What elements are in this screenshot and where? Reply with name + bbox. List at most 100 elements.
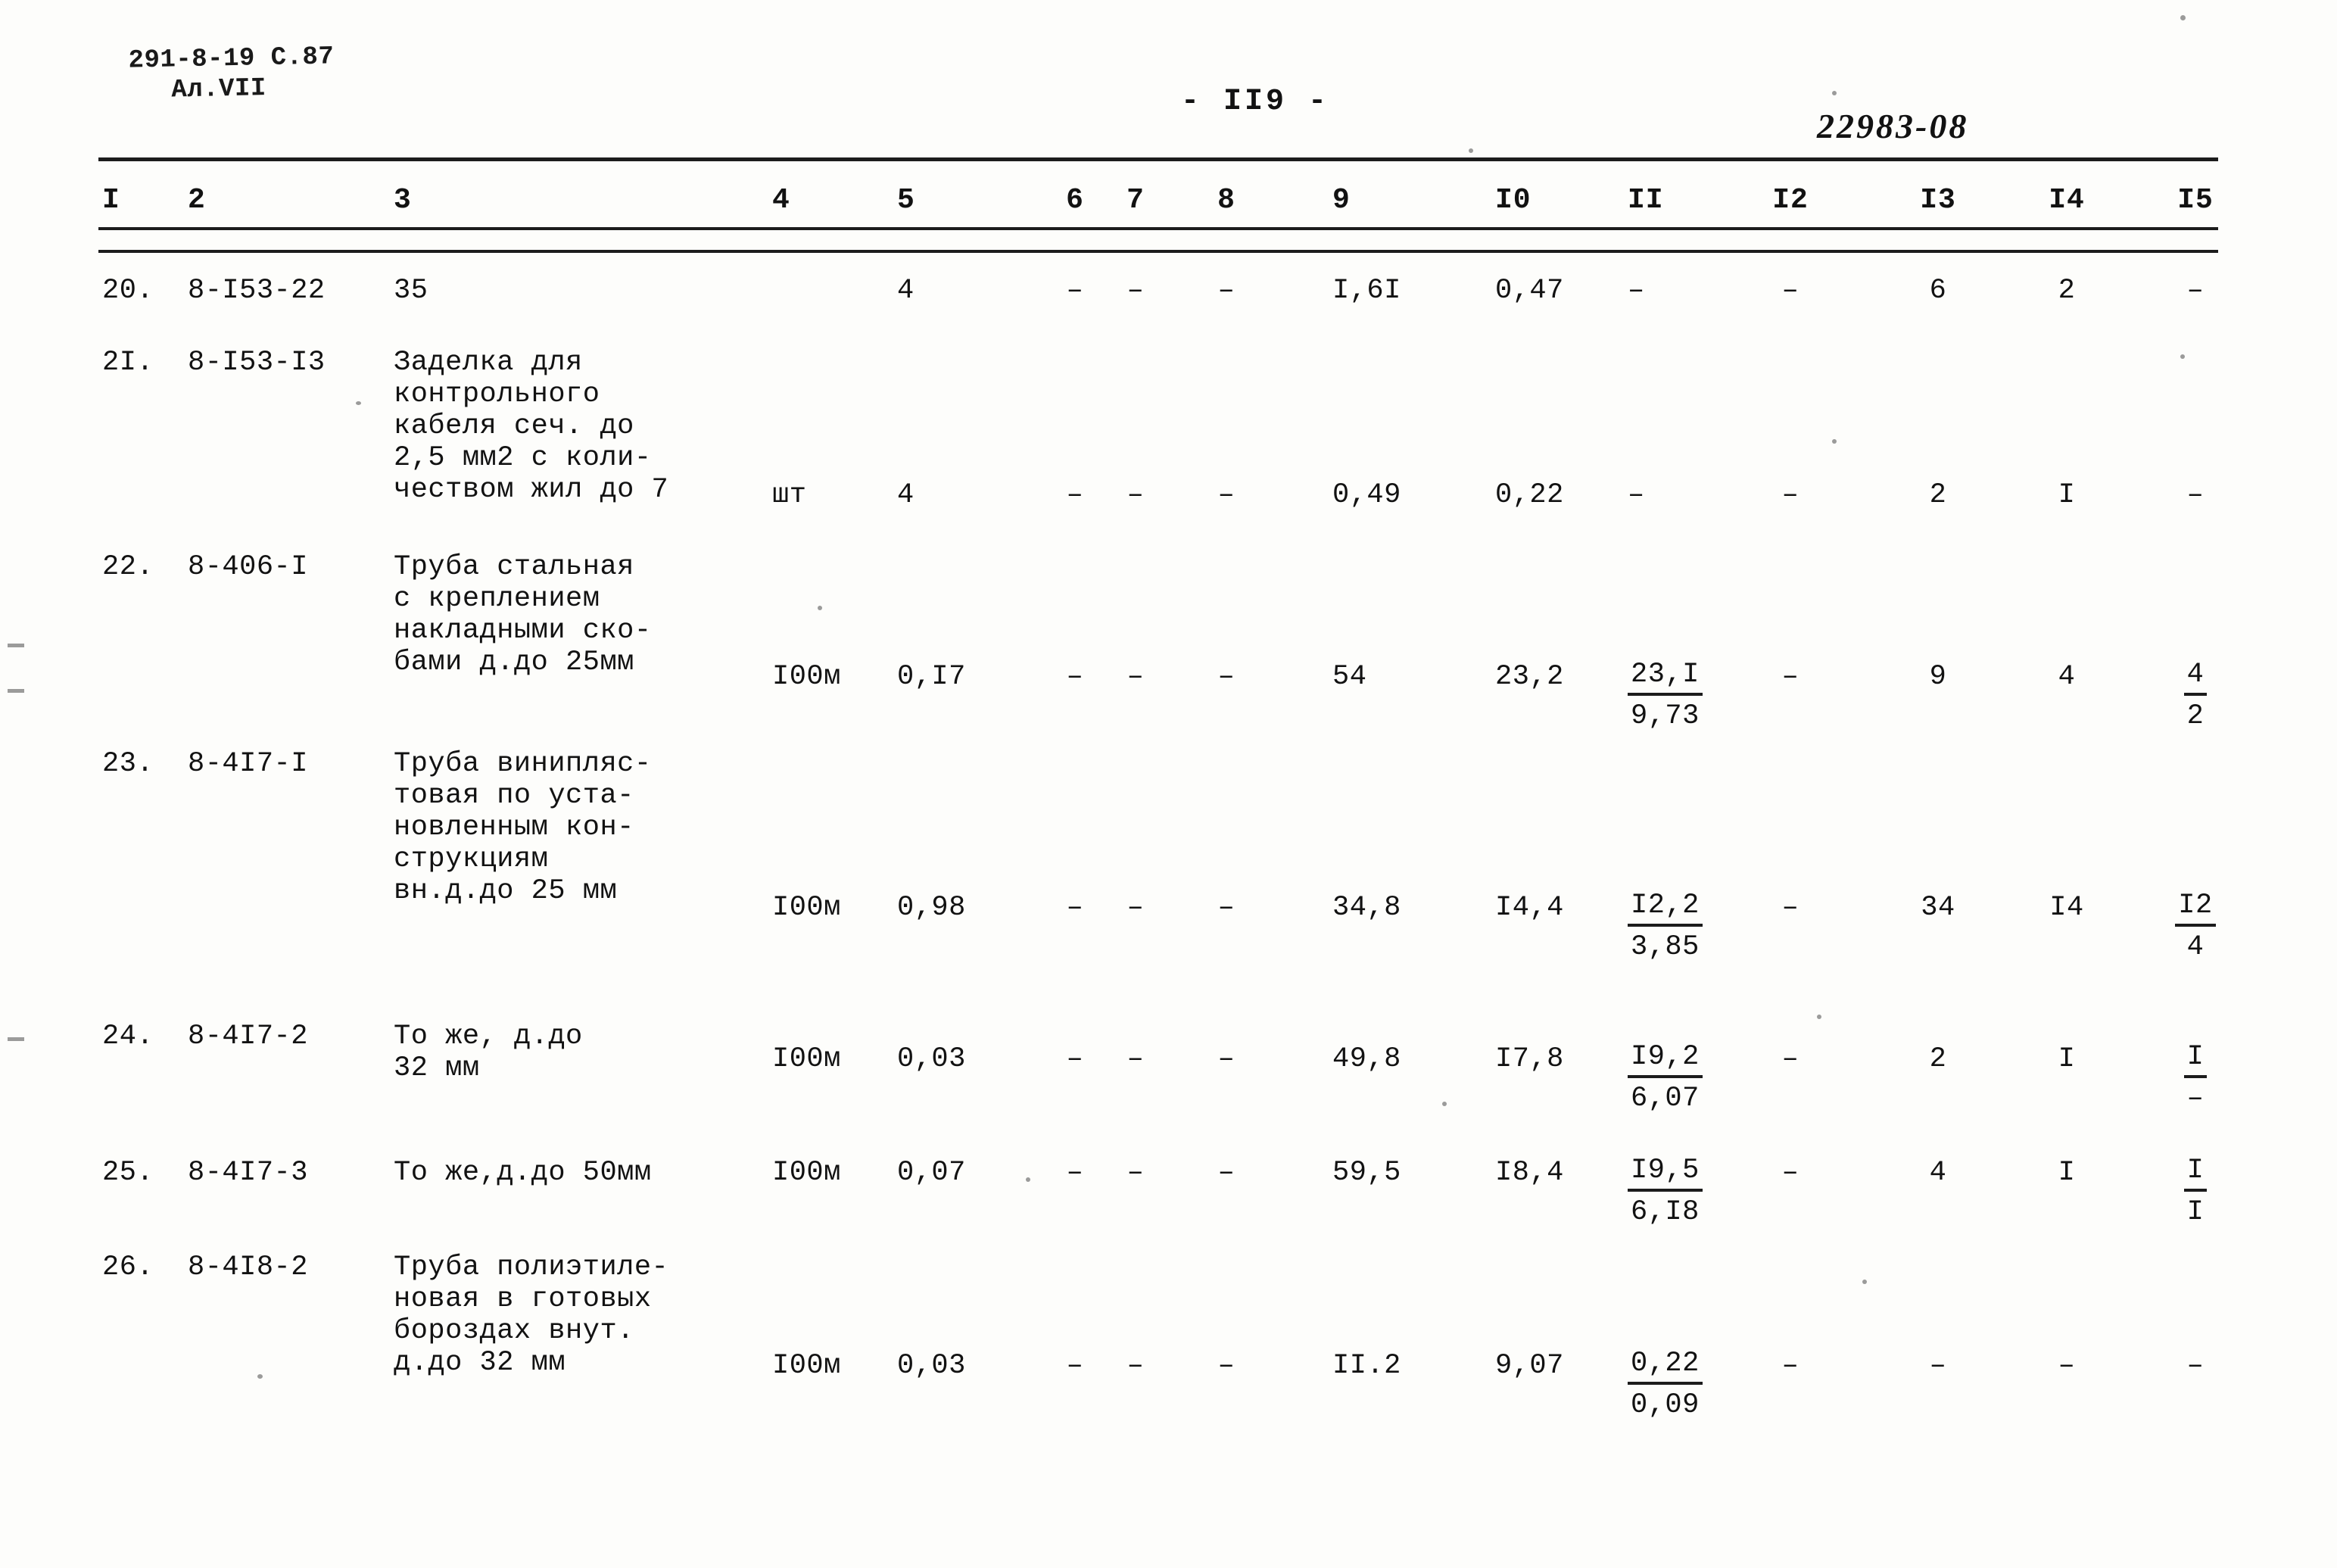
scan-speck: [8, 1037, 24, 1041]
scan-speck: [2180, 354, 2185, 359]
row-col8: –: [1217, 1350, 1235, 1382]
row-col14: I: [2058, 1157, 2076, 1189]
row-unit: I00м: [772, 892, 841, 924]
fraction-denominator: 4: [2186, 931, 2205, 963]
row-col6: –: [1066, 1157, 1084, 1189]
row-description-line: контрольного: [394, 379, 600, 410]
scan-speck: [2180, 15, 2186, 20]
row-col5: 0,I7: [897, 661, 966, 693]
row-unit: I00м: [772, 1157, 841, 1189]
row-col7: –: [1126, 892, 1145, 924]
row-description-line: 32 мм: [394, 1052, 480, 1084]
column-header-1: I: [102, 184, 120, 217]
fraction-denominator: 9,73: [1631, 700, 1700, 732]
row-col11-fraction: I9,2 6,07: [1628, 1041, 1756, 1117]
row-col11-fraction: I9,5 6,I8: [1628, 1155, 1756, 1230]
stamp-line-1: 291-8-19 С.87: [128, 42, 335, 76]
row-index: 26.: [102, 1252, 154, 1283]
row-col10: I4,4: [1495, 892, 1564, 924]
column-header-5: 5: [897, 184, 915, 217]
row-col9: 59,5: [1332, 1157, 1401, 1189]
row-col14: I4: [2049, 892, 2084, 924]
fraction-numerator: I9,5: [1628, 1155, 1703, 1192]
row-description-line: чеством жил до 7: [394, 474, 669, 506]
row-code: 8-406-I: [188, 551, 308, 583]
row-unit: I00м: [772, 1350, 841, 1382]
row-col15-fraction: 42: [2150, 659, 2241, 734]
row-col10: I8,4: [1495, 1157, 1564, 1189]
fraction-numerator: I: [2183, 1155, 2208, 1192]
row-col11: –: [1628, 275, 1645, 307]
table-header-rule-upper: [98, 227, 2218, 230]
row-col9: 49,8: [1332, 1043, 1401, 1075]
row-description-line: товая по уста-: [394, 780, 634, 812]
row-unit: шт: [772, 479, 807, 511]
row-description-line: Труба винипляс-: [394, 748, 652, 780]
table-header-rule-lower: [98, 250, 2218, 253]
row-col9: I,6I: [1332, 275, 1401, 307]
fraction-denominator: 2: [2186, 700, 2205, 732]
row-col12: –: [1781, 1043, 1799, 1075]
row-col10: 0,22: [1495, 479, 1564, 511]
fraction-numerator: 23,I: [1628, 659, 1703, 696]
row-unit: I00м: [772, 661, 841, 693]
scan-speck: [1832, 439, 1837, 444]
row-col14: I: [2058, 479, 2076, 511]
scan-speck: [1469, 148, 1473, 153]
fraction-denominator: –: [2186, 1082, 2205, 1114]
column-header-12: I2: [1772, 184, 1809, 217]
row-col10: I7,8: [1495, 1043, 1564, 1075]
row-col8: –: [1217, 1043, 1235, 1075]
column-header-8: 8: [1217, 184, 1235, 217]
scan-speck: [1442, 1102, 1447, 1106]
header-stamp: 291-8-19 С.87 Ал.VII: [128, 42, 335, 106]
fraction-denominator: I: [2186, 1195, 2205, 1228]
row-col12: –: [1781, 892, 1799, 924]
row-col15-fraction: I –: [2150, 1041, 2241, 1117]
row-col12: –: [1781, 479, 1799, 511]
row-index: 24.: [102, 1021, 154, 1052]
row-index: 20.: [102, 275, 154, 307]
row-description-line: д.до 32 мм: [394, 1347, 566, 1379]
scan-speck: [8, 689, 24, 693]
column-header-13: I3: [1920, 184, 1956, 217]
row-col13: 34: [1921, 892, 1955, 924]
row-description-line: кабеля сеч. до: [394, 410, 634, 442]
column-header-10: I0: [1495, 184, 1532, 217]
row-col8: –: [1217, 892, 1235, 924]
row-col13: –: [1929, 1350, 1947, 1382]
column-header-14: I4: [2049, 184, 2085, 217]
row-col13: 2: [1929, 479, 1947, 511]
row-description-line: 2,5 мм2 с коли-: [394, 442, 652, 474]
row-col9: 54: [1332, 661, 1367, 693]
row-col10: 23,2: [1495, 661, 1564, 693]
row-col15: –: [2186, 275, 2205, 307]
row-col14: –: [2058, 1350, 2076, 1382]
row-col7: –: [1126, 1157, 1145, 1189]
row-col10: 0,47: [1495, 275, 1564, 307]
document-page: 291-8-19 С.87 Ал.VII - II9 - 22983-08 I2…: [0, 0, 2337, 1568]
row-index: 23.: [102, 748, 154, 780]
row-col9: II.2: [1332, 1350, 1401, 1382]
row-col8: –: [1217, 479, 1235, 511]
row-index: 2I.: [102, 347, 154, 379]
row-col14: 4: [2058, 661, 2076, 693]
column-header-2: 2: [188, 184, 206, 217]
row-col6: –: [1066, 1043, 1084, 1075]
row-index: 22.: [102, 551, 154, 583]
fraction-denominator: 6,I8: [1631, 1195, 1700, 1228]
row-col15-fraction: II: [2150, 1155, 2241, 1230]
row-col8: –: [1217, 1157, 1235, 1189]
row-col7: –: [1126, 661, 1145, 693]
column-header-15: I5: [2177, 184, 2214, 217]
row-code: 8-4I7-I: [188, 748, 308, 780]
row-col5: 0,03: [897, 1043, 966, 1075]
row-col14: 2: [2058, 275, 2076, 307]
row-description-line: Труба стальная: [394, 551, 634, 583]
scan-speck: [8, 644, 24, 647]
row-col7: –: [1126, 1350, 1145, 1382]
row-code: 8-4I8-2: [188, 1252, 308, 1283]
row-col15: –: [2186, 479, 2205, 511]
row-col13: 4: [1929, 1157, 1947, 1189]
fraction-numerator: 4: [2183, 659, 2208, 696]
